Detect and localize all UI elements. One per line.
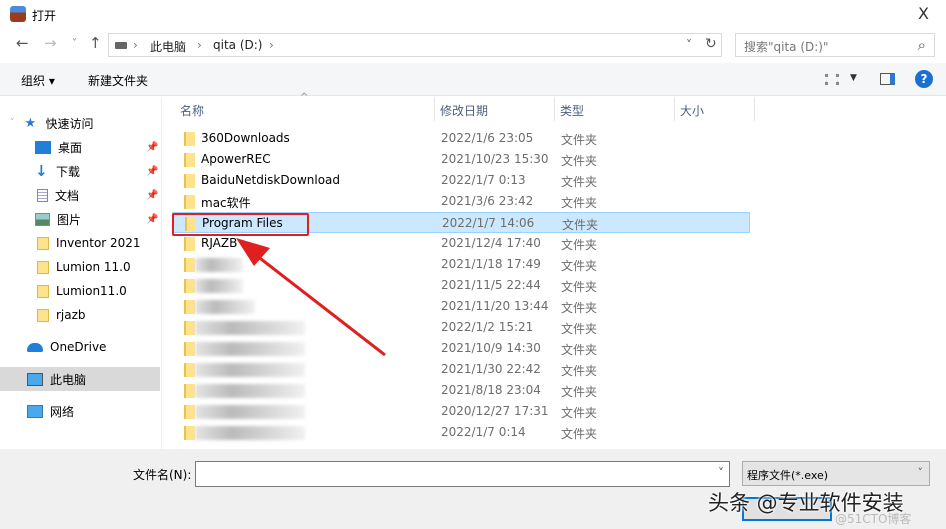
filetype-select[interactable]: 程序文件(*.exe) ˅ (742, 461, 930, 486)
filename-input[interactable]: ˅ (195, 461, 730, 487)
filename-label: 文件名(N): (133, 468, 192, 482)
filetype-dropdown-icon: ˅ (917, 466, 924, 479)
filetype-value: 程序文件(*.exe) (747, 469, 829, 482)
watermark-sub: @51CTO博客 (835, 512, 912, 526)
filename-dropdown-icon[interactable]: ˅ (718, 466, 724, 480)
filename-value (196, 458, 204, 480)
